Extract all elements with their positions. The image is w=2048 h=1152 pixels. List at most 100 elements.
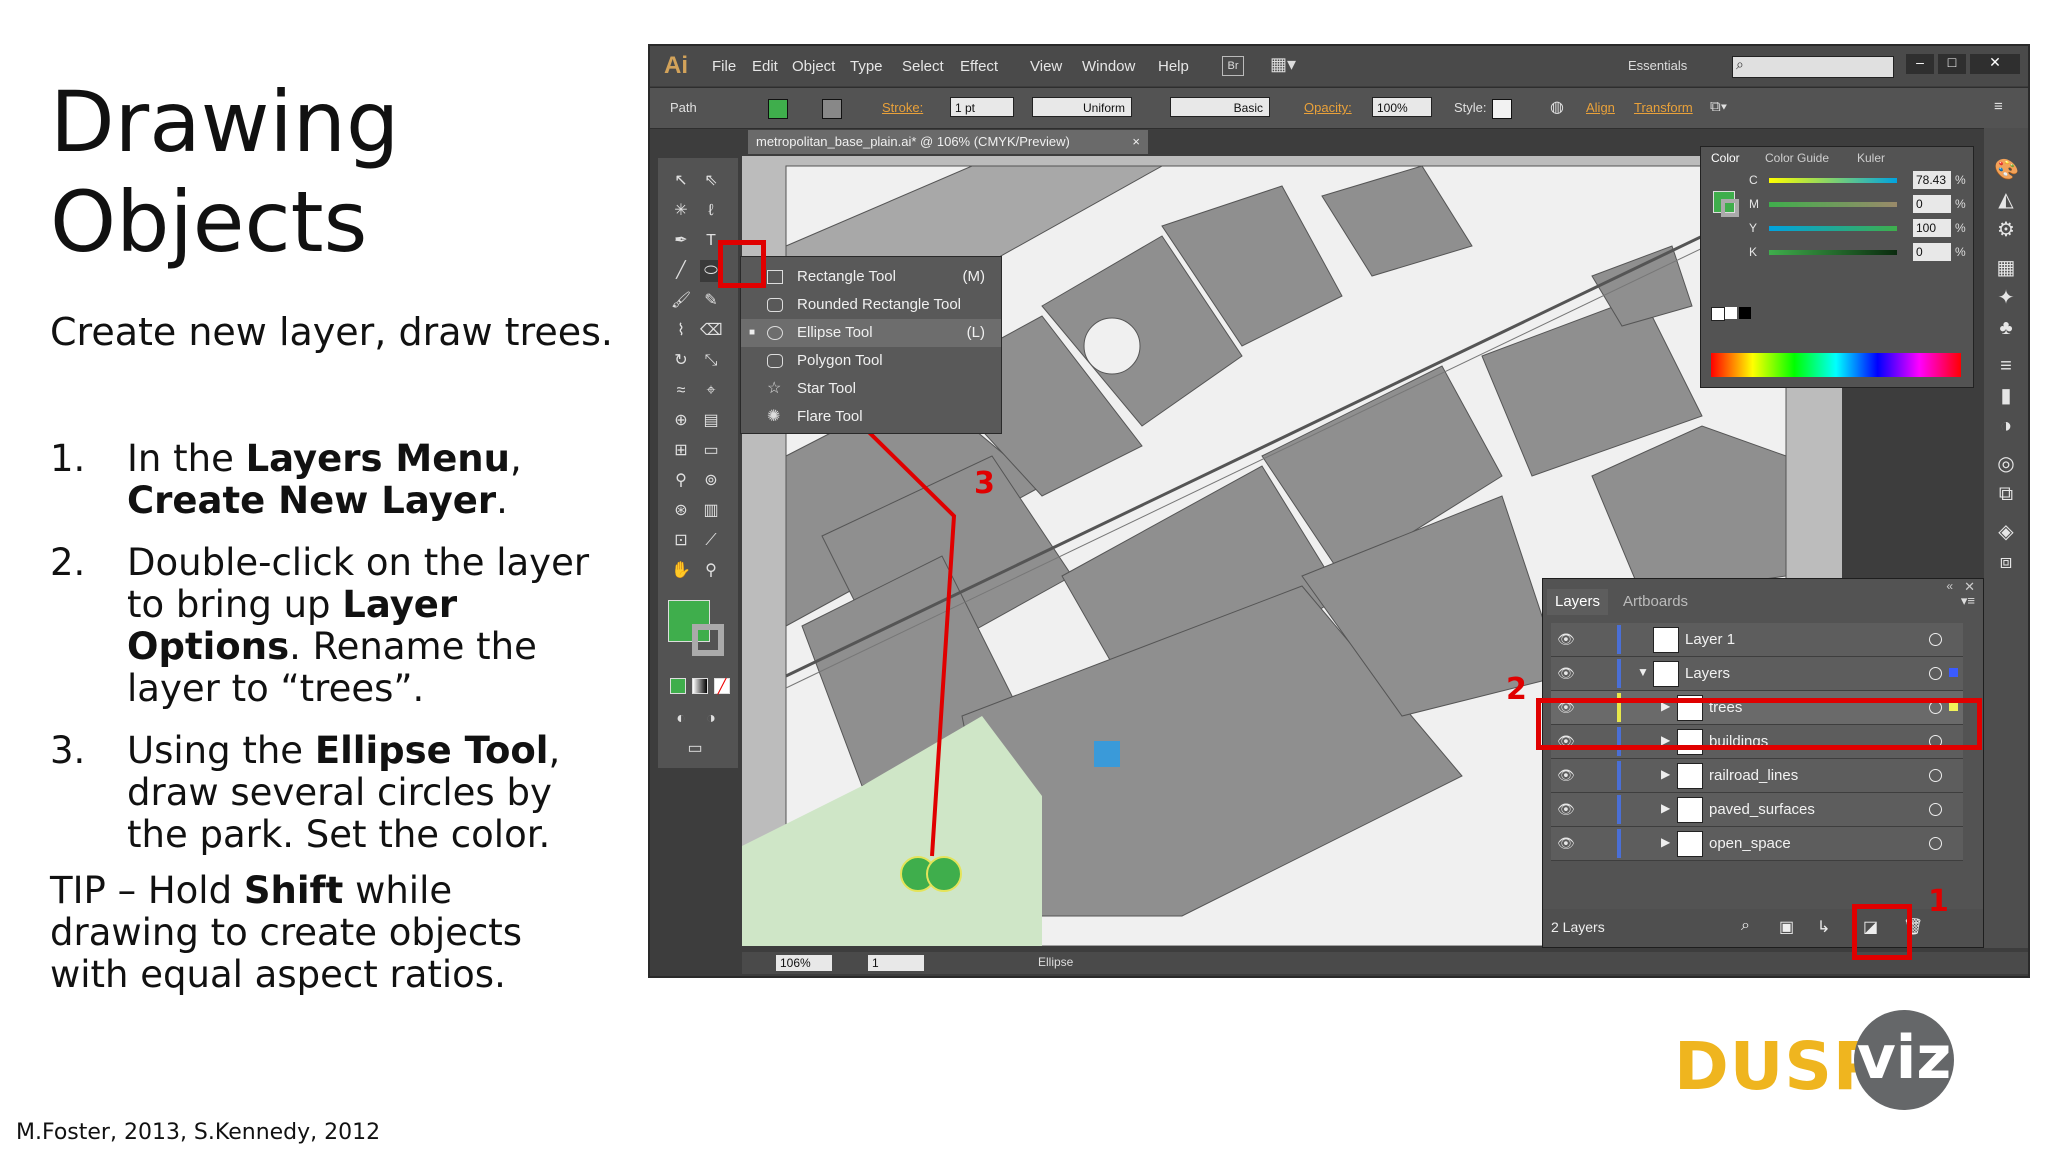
tab-color[interactable]: Color [1711,151,1740,165]
selection-tool-icon[interactable]: ↖ [670,170,692,192]
document-tab[interactable]: metropolitan_base_plain.ai* @ 106% (CMYK… [748,130,1148,154]
symbol-sprayer-tool-icon[interactable]: ⊛ [670,500,692,522]
eyedropper-tool-icon[interactable]: ⚲ [670,470,692,492]
none-swatch[interactable] [1711,307,1725,321]
artboards-icon[interactable]: ⧈ [1994,550,2018,574]
free-transform-tool-icon[interactable]: ⌖ [700,380,722,402]
tab-color-guide[interactable]: Color Guide [1765,151,1829,165]
paintbrush-tool-icon[interactable]: 🖌 [670,290,692,312]
layer-name[interactable]: Layers [1685,665,1730,682]
brush-definition[interactable]: Basic [1170,97,1270,117]
expand-toggle-icon[interactable]: ▶ [1661,767,1670,781]
menu-view[interactable]: View [1030,58,1062,75]
color-guide-icon[interactable]: ◭ [1994,188,2018,212]
panel-menu-icon[interactable]: ≡ [1994,98,2003,115]
expand-toggle-icon[interactable]: ▼ [1637,665,1649,679]
symbols-icon[interactable]: ♣ [1994,316,2018,340]
draw-normal-icon[interactable]: ◐ [670,708,692,730]
perspective-grid-tool-icon[interactable]: ▤ [700,410,722,432]
channel-bar[interactable] [1769,202,1897,207]
variable-width-profile[interactable]: Uniform [1032,97,1132,117]
style-swatch[interactable] [1492,99,1512,119]
collapse-icon[interactable]: « [1946,579,1953,593]
flyout-rounded-rectangle-tool[interactable]: Rounded Rectangle Tool [741,291,1001,319]
column-graph-tool-icon[interactable]: ▥ [700,500,722,522]
tab-artboards[interactable]: Artboards [1615,589,1696,615]
gradient-tool-icon[interactable]: ▭ [700,440,722,462]
mesh-tool-icon[interactable]: ⊞ [670,440,692,462]
slice-tool-icon[interactable]: ⟋ [700,530,722,552]
transform-link[interactable]: Transform [1634,100,1693,115]
appearance-icon[interactable]: ◎ [1994,452,2018,476]
blob-brush-tool-icon[interactable]: ⌇ [670,320,692,342]
layers-icon[interactable]: ◈ [1994,520,2018,544]
recolor-artwork-icon[interactable]: ◍ [1550,97,1564,117]
swatches-icon[interactable]: ▦ [1994,256,2018,280]
magenta-slider[interactable]: M 0 % [1749,195,1966,215]
layer-name[interactable]: Layer 1 [1685,631,1735,648]
flyout-flare-tool[interactable]: ✺ Flare Tool [741,403,1001,431]
menu-type[interactable]: Type [850,58,883,75]
direct-selection-tool-icon[interactable]: ⇖ [700,170,722,192]
channel-bar[interactable] [1769,178,1897,183]
expand-toggle-icon[interactable]: ▶ [1661,835,1670,849]
channel-value[interactable]: 0 [1913,195,1951,213]
warp-tool-icon[interactable]: ≈ [670,380,692,402]
channel-value[interactable]: 0 [1913,243,1951,261]
visibility-eye-icon[interactable]: 👁 [1557,767,1575,784]
document-close-icon[interactable]: × [1132,130,1140,154]
menu-effect[interactable]: Effect [960,58,998,75]
visibility-eye-icon[interactable]: 👁 [1557,665,1575,682]
visibility-eye-icon[interactable]: 👁 [1557,631,1575,648]
pen-tool-icon[interactable]: ✒ [670,230,692,252]
lasso-tool-icon[interactable]: ℓ [700,200,722,222]
line-tool-icon[interactable]: ╱ [670,260,692,282]
menu-select[interactable]: Select [902,58,944,75]
draw-behind-icon[interactable]: ◑ [700,708,722,730]
channel-value[interactable]: 100 [1913,219,1951,237]
transparency-icon[interactable]: ◑ [1994,414,2018,438]
none-mode-icon[interactable]: ╱ [714,678,730,694]
channel-value[interactable]: 78.43 [1913,171,1951,189]
channel-bar[interactable] [1769,250,1897,255]
align-link[interactable]: Align [1586,100,1615,115]
black-slider[interactable]: K 0 % [1749,243,1966,263]
search-input[interactable] [1732,56,1894,78]
zoom-field[interactable]: 106% [776,955,832,971]
color-spectrum[interactable] [1711,353,1961,377]
shape-builder-tool-icon[interactable]: ⊕ [670,410,692,432]
opacity-link[interactable]: Opacity: [1304,100,1352,115]
brushes-icon[interactable]: ✦ [1994,286,2018,310]
white-swatch[interactable] [1725,307,1737,319]
target-circle-icon[interactable] [1929,633,1942,646]
make-clipping-mask-icon[interactable]: ▣ [1779,917,1794,937]
target-circle-icon[interactable] [1929,803,1942,816]
flyout-polygon-tool[interactable]: Polygon Tool [741,347,1001,375]
visibility-eye-icon[interactable]: 👁 [1557,835,1575,852]
selection-square-icon[interactable] [1949,668,1958,677]
menu-edit[interactable]: Edit [752,58,778,75]
workspace-switcher[interactable]: Essentials [1628,58,1687,73]
layer-row[interactable]: 👁 ▼ Layers [1551,657,1963,691]
black-swatch[interactable] [1739,307,1751,319]
stroke-weight-field[interactable]: 1 pt [950,97,1014,117]
layer-name[interactable]: open_space [1709,835,1791,852]
layer-name[interactable]: railroad_lines [1709,767,1798,784]
flyout-ellipse-tool[interactable]: ■ Ellipse Tool (L) [741,319,1001,347]
layer-name[interactable]: paved_surfaces [1709,801,1815,818]
locate-object-icon[interactable]: ⌕ [1741,917,1750,935]
stroke-swatch[interactable] [822,99,842,119]
gradient-icon[interactable]: ▮ [1994,384,2018,408]
graphic-styles-icon[interactable]: ⧉ [1994,482,2018,506]
visibility-eye-icon[interactable]: 👁 [1557,801,1575,818]
bridge-button[interactable]: Br [1222,56,1244,76]
layer-row[interactable]: 👁 Layer 1 [1551,623,1963,657]
eraser-tool-icon[interactable]: ⌫ [700,320,723,342]
channel-bar[interactable] [1769,226,1897,231]
yellow-slider[interactable]: Y 100 % [1749,219,1966,239]
scale-tool-icon[interactable]: ⤡ [700,350,722,372]
rotate-tool-icon[interactable]: ↻ [670,350,692,372]
stroke-color-box[interactable] [692,624,724,656]
blend-tool-icon[interactable]: ⊚ [700,470,722,492]
color-panel-icon[interactable]: 🎨 [1994,158,2019,182]
